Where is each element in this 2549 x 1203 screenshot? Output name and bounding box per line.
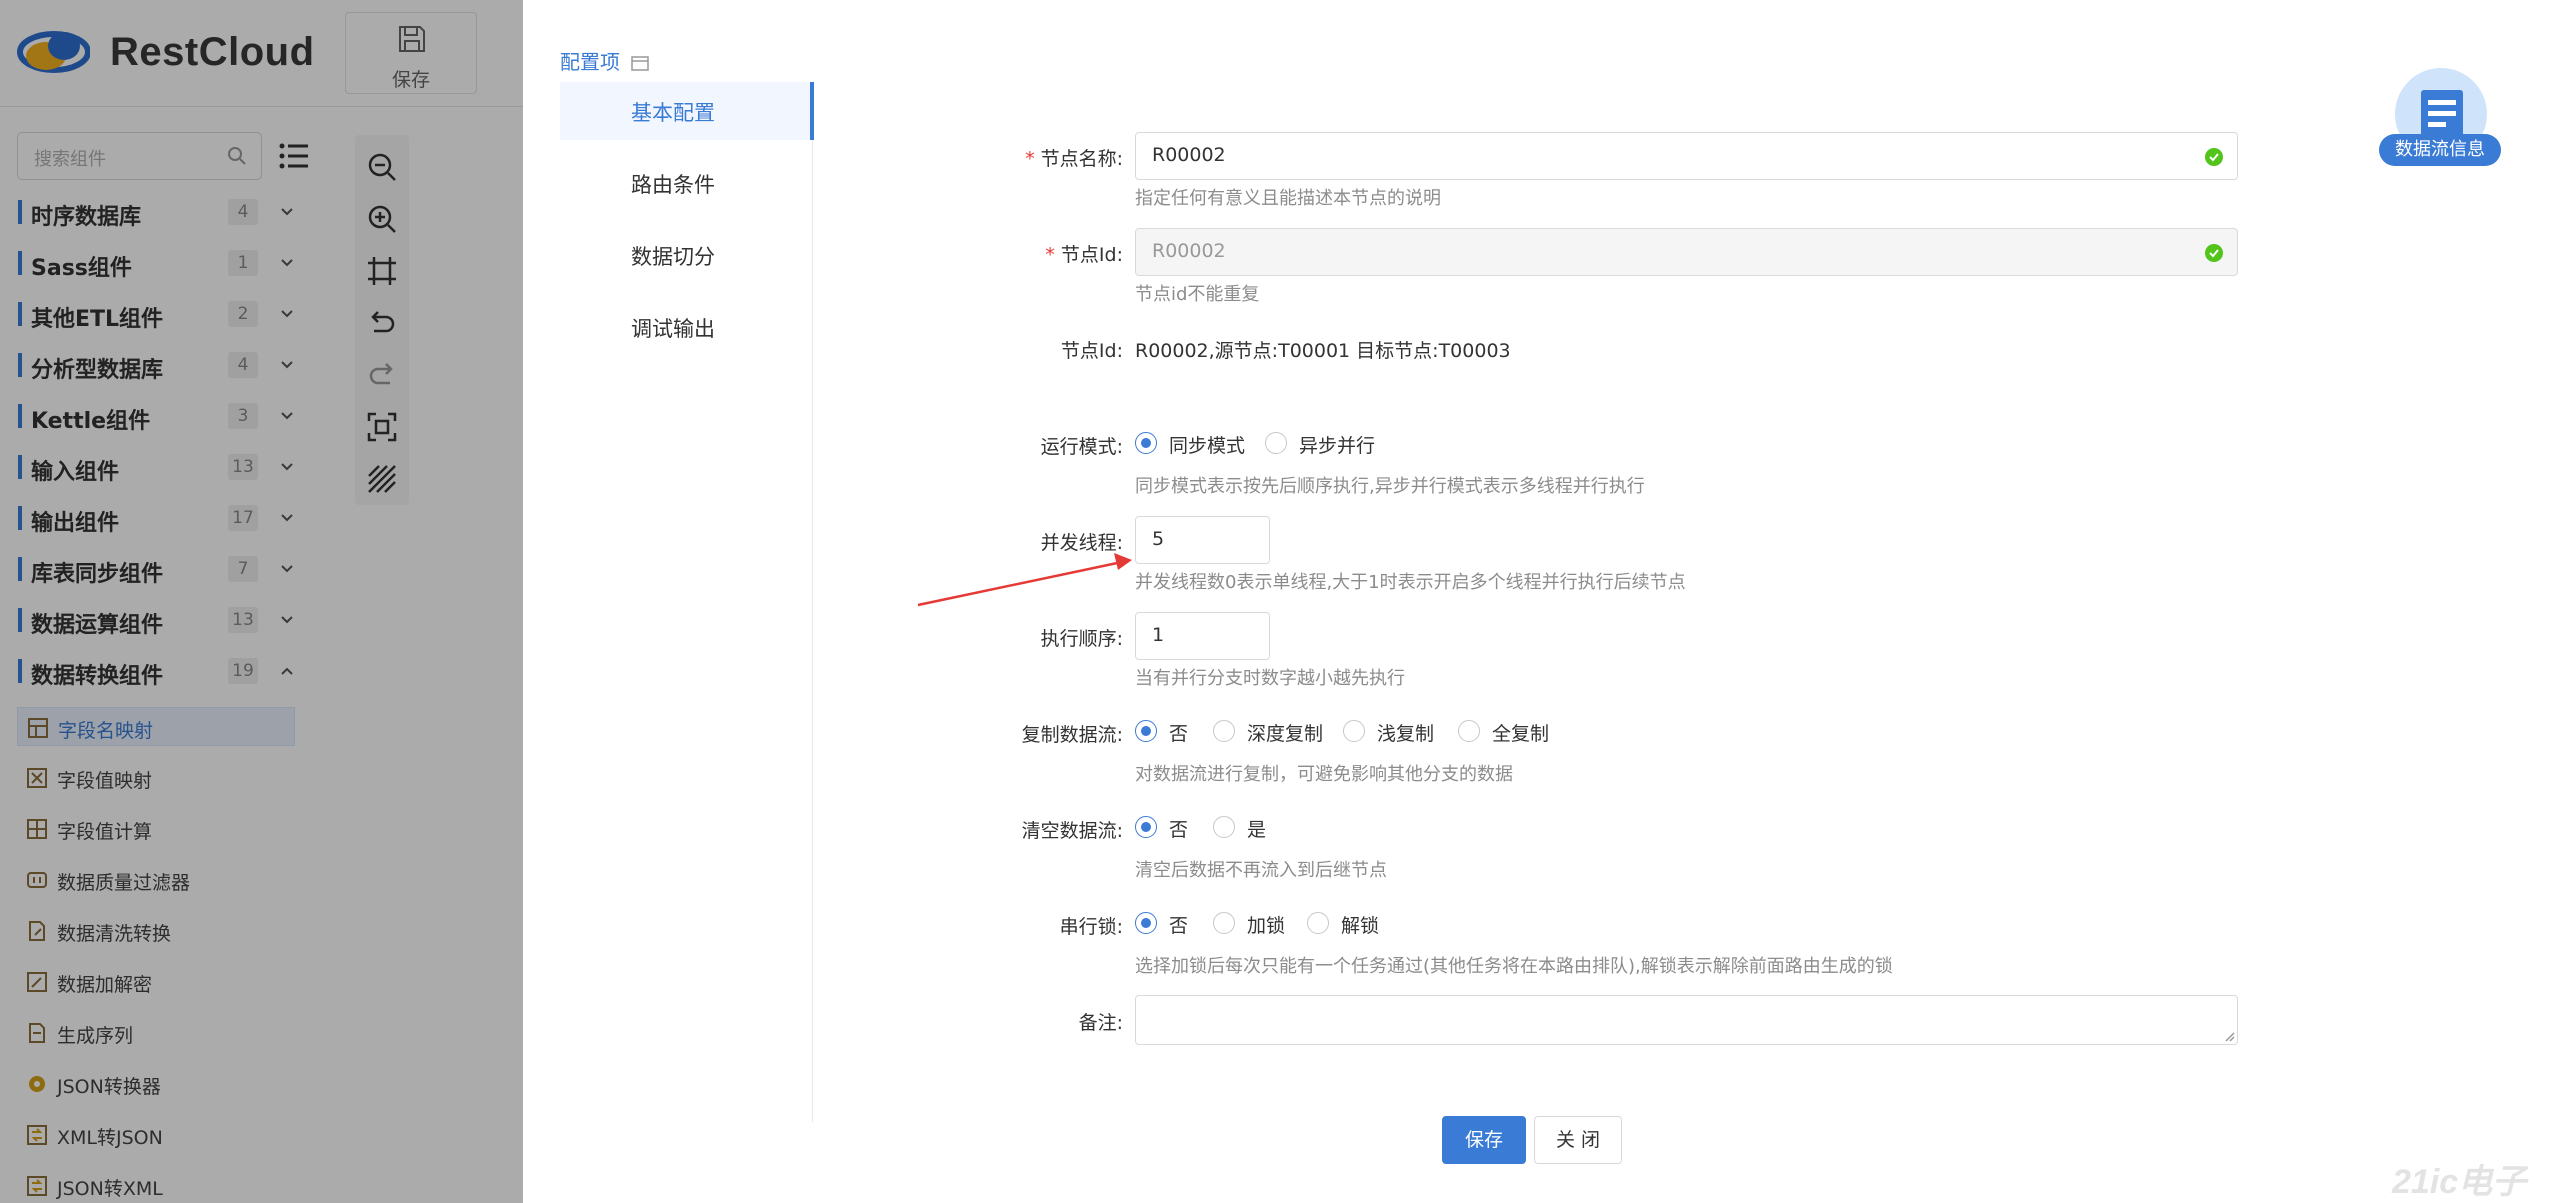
radio-circle: [1213, 816, 1235, 838]
node-name-value: R00002: [1152, 144, 1226, 166]
watermark: 21ic电子网: [2392, 1163, 2527, 1201]
node-info-label: 节点Id:: [1060, 340, 1123, 362]
order-label: 执行顺序:: [1040, 628, 1123, 650]
copy-flow-label: 复制数据流:: [1021, 724, 1123, 746]
run-mode-hint: 同步模式表示按先后顺序执行,异步并行模式表示多线程并行执行: [1135, 476, 1645, 497]
order-input[interactable]: 1: [1135, 612, 1270, 660]
tab-route-condition[interactable]: 路由条件: [560, 154, 813, 212]
radio-circle: [1135, 720, 1157, 742]
node-info-value: R00002,源节点:T00001 目标节点:T00003: [1135, 340, 1511, 362]
config-drawer: 配置项 基本配置 路由条件 数据切分 调试输出 * 节点名称: R00002 指定…: [523, 0, 2549, 1203]
serial-lock-hint: 选择加锁后每次只能有一个任务通过(其他任务将在本路由排队),解锁表示解除前面路由…: [1135, 956, 1893, 977]
flow-info-label: 数据流信息: [2379, 134, 2501, 166]
required-mark: *: [1045, 244, 1055, 266]
node-name-label: * 节点名称:: [1025, 148, 1123, 170]
radio-circle: [1135, 912, 1157, 934]
radio-label: 否: [1169, 723, 1189, 745]
tab-debug-output[interactable]: 调试输出: [560, 298, 813, 356]
node-id-value: R00002: [1152, 240, 1226, 262]
run-mode-label: 运行模式:: [1040, 436, 1123, 458]
radio-label: 异步并行: [1299, 435, 1376, 457]
radio-label: 浅复制: [1377, 723, 1435, 745]
remark-label: 备注:: [1078, 1012, 1123, 1034]
radio-label: 全复制: [1492, 723, 1550, 745]
tab-data-split[interactable]: 数据切分: [560, 226, 813, 284]
remark-textarea[interactable]: [1135, 995, 2238, 1045]
tab-label: 调试输出: [631, 317, 715, 341]
order-value: 1: [1152, 624, 1165, 646]
radio-circle: [1343, 720, 1365, 742]
threads-hint: 并发线程数0表示单线程,大于1时表示开启多个线程并行执行后续节点: [1135, 572, 1686, 593]
radio-label: 加锁: [1247, 915, 1286, 937]
radio-circle: [1458, 720, 1480, 742]
threads-value: 5: [1152, 528, 1165, 550]
node-name-input[interactable]: R00002: [1135, 132, 2238, 180]
tab-basic-config[interactable]: 基本配置: [560, 82, 814, 140]
serial-lock-label: 串行锁:: [1059, 916, 1123, 938]
radio-circle: [1265, 432, 1287, 454]
threads-input[interactable]: 5: [1135, 516, 1270, 564]
radio-label: 是: [1247, 819, 1267, 841]
clear-flow-hint: 清空后数据不再流入到后继节点: [1135, 860, 1387, 881]
radio-label: 深度复制: [1247, 723, 1324, 745]
document-list-icon: [2421, 90, 2463, 138]
tab-label: 数据切分: [631, 245, 715, 269]
config-title: 配置项: [560, 50, 620, 74]
radio-circle: [1213, 912, 1235, 934]
order-hint: 当有并行分支时数字越小越先执行: [1135, 668, 1405, 689]
radio-label: 解锁: [1341, 915, 1380, 937]
node-id-input[interactable]: R00002: [1135, 228, 2238, 276]
radio-circle: [1135, 816, 1157, 838]
radio-label: 否: [1169, 915, 1189, 937]
config-tabs: 基本配置 路由条件 数据切分 调试输出: [560, 82, 814, 1122]
check-circle-icon: [2205, 244, 2223, 262]
radio-circle: [1213, 720, 1235, 742]
required-mark: *: [1025, 148, 1035, 170]
clear-flow-label: 清空数据流:: [1021, 820, 1123, 842]
radio-label: 否: [1169, 819, 1189, 841]
threads-label: 并发线程:: [1040, 532, 1123, 554]
save-button[interactable]: 保存: [1442, 1116, 1526, 1164]
window-icon: [631, 56, 649, 71]
node-name-hint: 指定任何有意义且能描述本节点的说明: [1135, 188, 1441, 209]
check-circle-icon: [2205, 148, 2223, 166]
tab-label: 基本配置: [631, 101, 715, 125]
close-button[interactable]: 关 闭: [1534, 1116, 1622, 1164]
resize-grip-icon[interactable]: [2223, 1030, 2235, 1042]
tab-label: 路由条件: [631, 173, 715, 197]
radio-circle: [1135, 432, 1157, 454]
copy-flow-hint: 对数据流进行复制，可避免影响其他分支的数据: [1135, 764, 1513, 785]
radio-label: 同步模式: [1169, 435, 1246, 457]
node-id-label: * 节点Id:: [1045, 244, 1123, 266]
node-id-hint: 节点id不能重复: [1135, 284, 1260, 305]
flow-info-button[interactable]: 数据流信息: [2379, 68, 2505, 180]
radio-circle: [1307, 912, 1329, 934]
